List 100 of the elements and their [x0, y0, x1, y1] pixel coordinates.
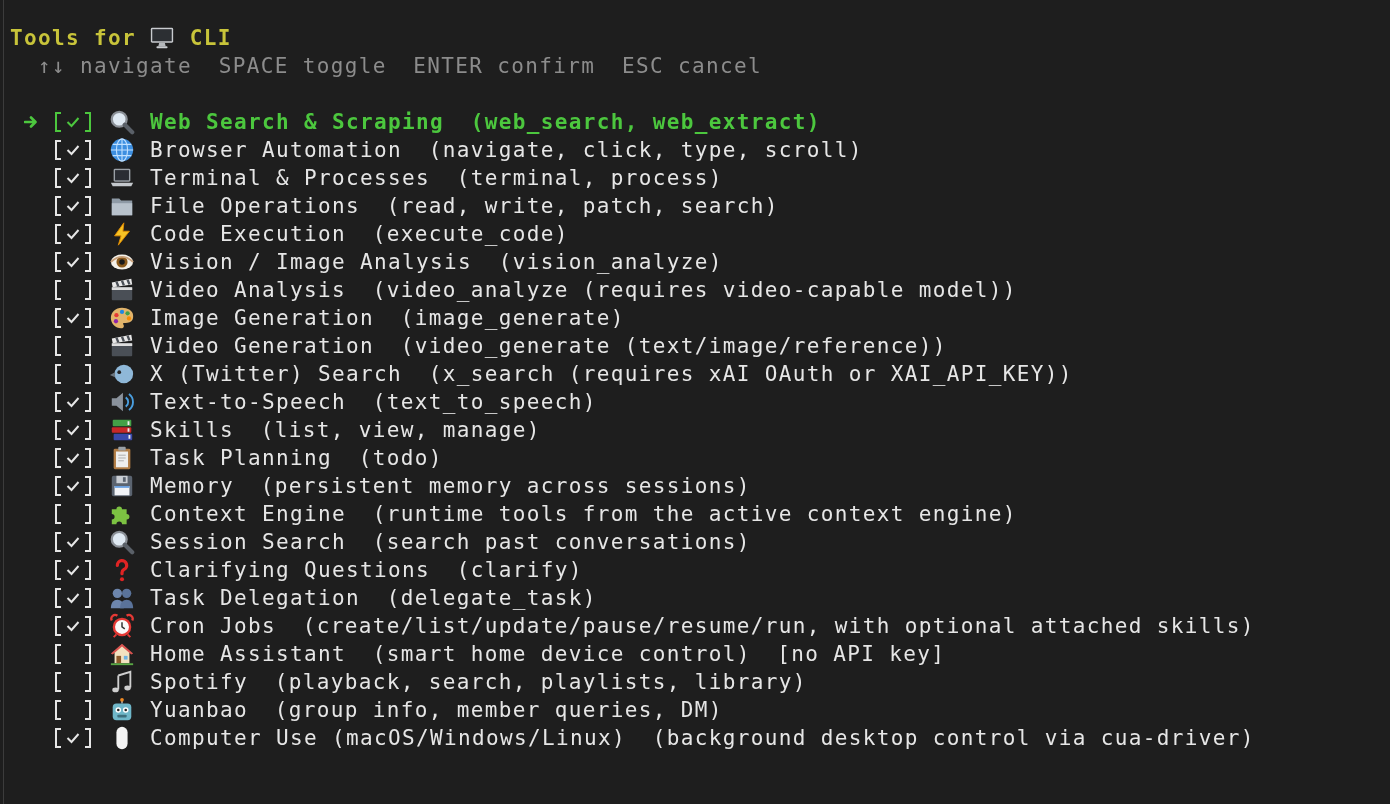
- tool-description: (video_generate (text/image/reference)): [400, 334, 947, 358]
- checkbox[interactable]: [52, 531, 94, 553]
- tool-description: (list, view, manage): [260, 418, 541, 442]
- tool-description: (runtime tools from the active context engine): [372, 502, 1017, 526]
- keyboard-hint: ESC cancel: [621, 54, 762, 78]
- checkmark-icon: [66, 312, 80, 324]
- tool-description: (image_generate): [400, 306, 625, 330]
- tool-description: (navigate, click, type, scroll): [428, 138, 863, 162]
- checkmark-icon: [66, 256, 80, 268]
- tool-description: (smart home device control): [372, 642, 751, 666]
- checkbox[interactable]: [52, 335, 94, 357]
- tool-name[interactable]: Session Search: [150, 530, 347, 554]
- house-icon: [109, 641, 135, 667]
- checkbox[interactable]: [52, 167, 94, 189]
- checkbox[interactable]: [52, 643, 94, 665]
- clapperboard-icon: [109, 333, 135, 359]
- tool-name[interactable]: Skills: [150, 418, 235, 442]
- tool-name[interactable]: Terminal & Processes: [150, 166, 431, 190]
- tool-description: (playback, search, playlists, library): [274, 670, 807, 694]
- checkbox[interactable]: [52, 223, 94, 245]
- checkmark-icon: [66, 620, 80, 632]
- keyboard-hint: ENTER confirm: [413, 54, 596, 78]
- tool-name[interactable]: Task Planning: [150, 446, 333, 470]
- monitor-icon: [148, 25, 175, 51]
- tool-name[interactable]: Text-to-Speech: [150, 390, 347, 414]
- checkbox[interactable]: [52, 587, 94, 609]
- checkbox[interactable]: [52, 195, 94, 217]
- checkbox[interactable]: [52, 419, 94, 441]
- tool-description: (background desktop control via cua-driver): [652, 726, 1255, 750]
- tool-name[interactable]: Cron Jobs: [150, 614, 277, 638]
- globe-icon: [109, 137, 135, 163]
- checkbox[interactable]: [52, 671, 94, 693]
- checkbox[interactable]: [52, 475, 94, 497]
- platform-label: CLI: [189, 26, 232, 50]
- tool-description: (vision_analyze): [498, 250, 723, 274]
- checkbox[interactable]: [52, 699, 94, 721]
- alarm-clock-icon: [109, 613, 135, 639]
- tool-name[interactable]: Browser Automation: [150, 138, 403, 162]
- checkmark-icon: [66, 564, 80, 576]
- checkbox[interactable]: [52, 727, 94, 749]
- checkbox[interactable]: [52, 139, 94, 161]
- tool-name[interactable]: Context Engine: [150, 502, 347, 526]
- tool-name[interactable]: Web Search & Scraping: [150, 110, 445, 134]
- tool-name[interactable]: File Operations: [150, 194, 361, 218]
- checkmark-icon: [66, 200, 80, 212]
- tool-name[interactable]: Clarifying Questions: [150, 558, 431, 582]
- tool-description: (execute_code): [372, 222, 569, 246]
- checkmark-icon: [66, 116, 80, 128]
- clapperboard-icon: [109, 277, 135, 303]
- checkmark-icon: [66, 172, 80, 184]
- tool-description: (todo): [358, 446, 443, 470]
- checkmark-icon: [66, 144, 80, 156]
- tool-description: (text_to_speech): [372, 390, 597, 414]
- checkbox[interactable]: [52, 503, 94, 525]
- tool-name[interactable]: Task Delegation: [150, 586, 361, 610]
- tool-name[interactable]: Computer Use (macOS/Windows/Linux): [150, 726, 627, 750]
- tool-name[interactable]: Video Generation: [150, 334, 375, 358]
- books-icon: [109, 417, 135, 443]
- checkbox[interactable]: [52, 559, 94, 581]
- tool-name[interactable]: Memory: [150, 474, 235, 498]
- checkmark-icon: [66, 452, 80, 464]
- tool-name[interactable]: Spotify: [150, 670, 249, 694]
- checkmark-icon: [66, 480, 80, 492]
- tool-description: (search past conversations): [372, 530, 751, 554]
- checkbox[interactable]: [52, 251, 94, 273]
- tool-name[interactable]: Home Assistant: [150, 642, 347, 666]
- tool-name[interactable]: Image Generation: [150, 306, 375, 330]
- status-note: [no API key]: [777, 642, 946, 666]
- tool-name[interactable]: Code Execution: [150, 222, 347, 246]
- checkmark-icon: [66, 536, 80, 548]
- tool-name[interactable]: Yuanbao: [150, 698, 249, 722]
- tool-description: (video_analyze (requires video-capable model)): [372, 278, 1017, 302]
- checkbox[interactable]: [52, 111, 94, 133]
- tool-name[interactable]: Vision / Image Analysis: [150, 250, 473, 274]
- checkbox[interactable]: [52, 615, 94, 637]
- title-text: Tools for: [10, 26, 137, 50]
- checkmark-icon: [66, 592, 80, 604]
- tool-description: (x_search (requires xAI OAuth or XAI_API_KEY)): [428, 362, 1073, 386]
- magnifier-icon: [109, 529, 135, 555]
- palette-icon: [109, 305, 135, 331]
- tool-description: (read, write, patch, search): [386, 194, 779, 218]
- checkmark-icon: [66, 732, 80, 744]
- checkbox[interactable]: [52, 447, 94, 469]
- tool-name[interactable]: Video Analysis: [150, 278, 347, 302]
- keyboard-hint: ↑↓ navigate: [38, 54, 193, 78]
- checkmark-icon: [66, 424, 80, 436]
- checkmark-icon: [66, 228, 80, 240]
- checkbox[interactable]: [52, 279, 94, 301]
- tool-description: (clarify): [456, 558, 583, 582]
- tool-description: (create/list/update/pause/resume/run, with optional attached skills): [302, 614, 1255, 638]
- checkbox[interactable]: [52, 391, 94, 413]
- magnifier-icon: [109, 109, 135, 135]
- checkmark-icon: [66, 396, 80, 408]
- keyboard-hint: SPACE toggle: [218, 54, 387, 78]
- tool-name[interactable]: X (Twitter) Search: [150, 362, 403, 386]
- tool-description: (web_search, web_extract): [470, 110, 821, 134]
- checkbox[interactable]: [52, 363, 94, 385]
- checkbox[interactable]: [52, 307, 94, 329]
- tool-description: (persistent memory across sessions): [260, 474, 751, 498]
- tool-description: (terminal, process): [456, 166, 723, 190]
